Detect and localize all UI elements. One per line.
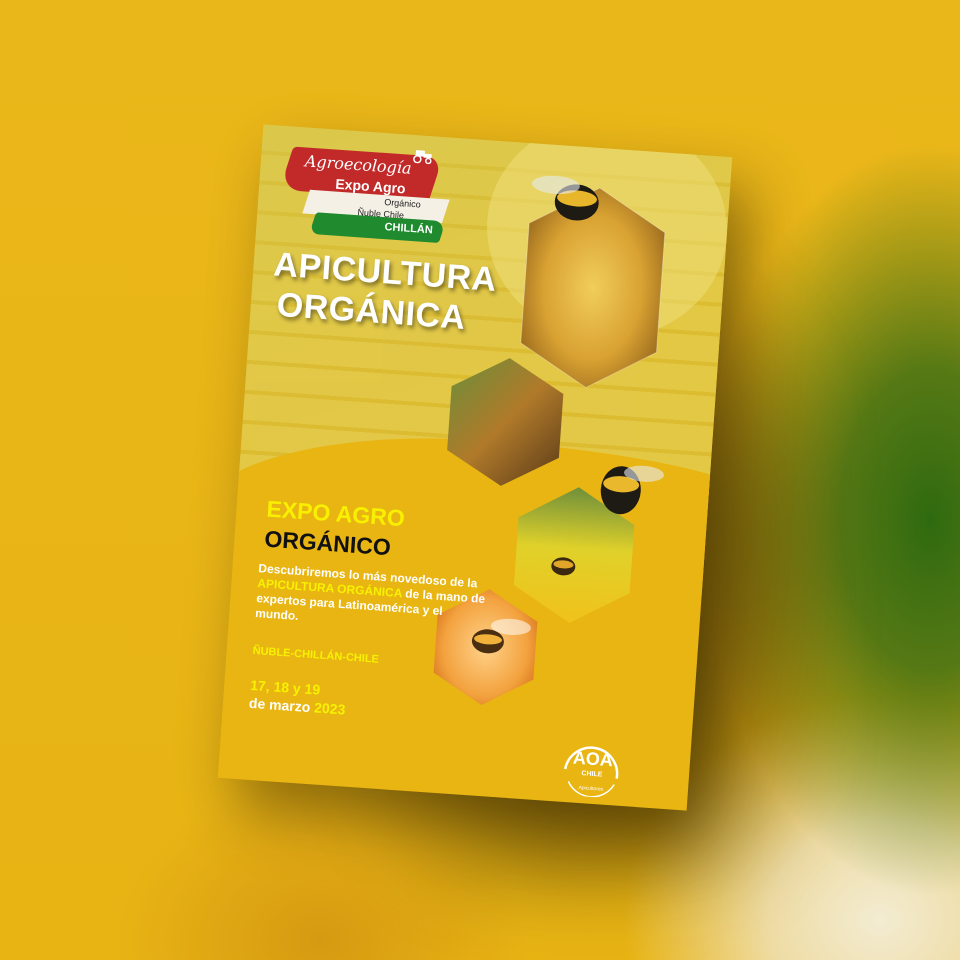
aoa-name: AOA: [572, 748, 613, 771]
bee-icon: [531, 175, 599, 221]
bee-icon: [600, 465, 664, 515]
aoa-chile-logo: AOA CHILE Apicultores: [563, 746, 619, 798]
aoa-country: CHILE: [581, 770, 603, 778]
poster: Agroecología Expo Agro Orgánico Ñuble Ch…: [217, 124, 733, 811]
hexagon-frame-photo: [447, 358, 564, 486]
aoa-tag: Apicultores: [578, 785, 604, 793]
event-year: 2023: [313, 699, 346, 718]
